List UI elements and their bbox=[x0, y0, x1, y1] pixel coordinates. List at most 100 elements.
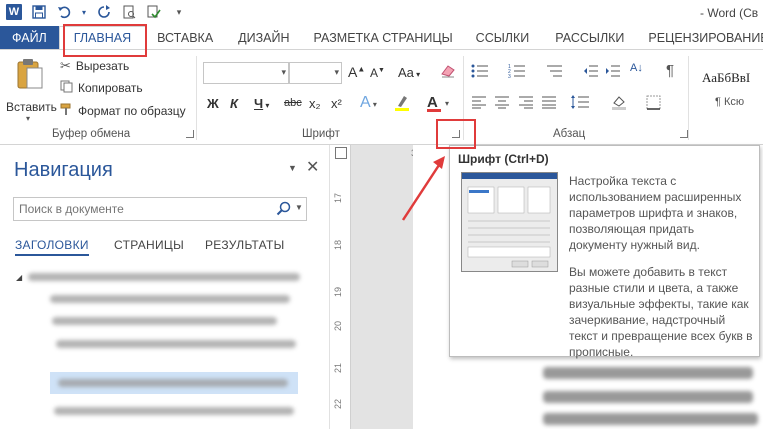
increase-indent-icon[interactable] bbox=[605, 64, 621, 81]
nav-tab-headings[interactable]: ЗАГОЛОВКИ bbox=[15, 238, 89, 256]
cut-button[interactable]: ✂ Вырезать bbox=[60, 57, 129, 75]
paste-label: Вставить bbox=[6, 100, 57, 114]
font-name-combo[interactable]: ▾ bbox=[203, 62, 289, 84]
font-color-dropdown-icon[interactable]: ▾ bbox=[445, 99, 449, 108]
ruler-mark: 21 bbox=[333, 362, 344, 374]
tab-insert[interactable]: ВСТАВКА bbox=[146, 26, 224, 49]
tab-file[interactable]: ФАЙЛ bbox=[0, 26, 59, 49]
redo-icon[interactable] bbox=[96, 4, 112, 20]
change-case-button[interactable]: Aa ▾ bbox=[398, 65, 420, 80]
nav-tab-pages[interactable]: СТРАНИЦЫ bbox=[114, 238, 184, 252]
highlight-box-font-launcher bbox=[436, 119, 476, 149]
close-icon[interactable]: ✕ bbox=[306, 157, 319, 177]
line-spacing-icon[interactable] bbox=[570, 94, 590, 113]
borders-icon[interactable] bbox=[646, 95, 661, 113]
nav-tab-results[interactable]: РЕЗУЛЬТАТЫ bbox=[205, 238, 285, 252]
document-text bbox=[543, 413, 758, 425]
tab-review[interactable]: РЕЦЕНЗИРОВАНИЕ bbox=[637, 26, 763, 49]
tooltip-description: Настройка текста с использованием расшир… bbox=[569, 174, 742, 252]
svg-text:3: 3 bbox=[508, 74, 511, 78]
chevron-down-icon: ▾ bbox=[334, 67, 339, 77]
bullets-icon[interactable] bbox=[471, 64, 489, 81]
tab-references[interactable]: ССЫЛКИ bbox=[463, 26, 543, 49]
undo-icon[interactable] bbox=[56, 4, 72, 20]
show-marks-button[interactable]: ¶ bbox=[666, 62, 674, 79]
paste-button[interactable]: Вставить ▾ bbox=[6, 56, 57, 123]
tab-page-layout[interactable]: РАЗМЕТКА СТРАНИЦЫ bbox=[304, 26, 463, 49]
shrink-font-button[interactable]: A▼ bbox=[370, 66, 385, 80]
nav-options-icon[interactable]: ▼ bbox=[288, 163, 297, 173]
clear-formatting-icon[interactable] bbox=[440, 64, 456, 81]
style-normal[interactable]: АаБбВвІ ¶ Ксю bbox=[695, 58, 763, 116]
italic-button[interactable]: К bbox=[230, 96, 238, 111]
chevron-down-icon[interactable]: ▼ bbox=[295, 203, 303, 212]
save-icon[interactable] bbox=[31, 4, 47, 20]
font-dialog-preview-image bbox=[461, 172, 558, 272]
print-preview-icon[interactable] bbox=[121, 4, 137, 20]
style-sample: АаБбВвІ bbox=[702, 70, 751, 85]
decrease-indent-icon[interactable] bbox=[583, 64, 599, 81]
superscript-button[interactable]: x² bbox=[331, 96, 342, 111]
paragraph-launcher-icon[interactable] bbox=[680, 130, 688, 138]
shading-icon[interactable] bbox=[610, 94, 628, 113]
vertical-ruler: 17 18 19 20 21 22 bbox=[331, 145, 351, 429]
underline-button[interactable]: Ч ▾ bbox=[254, 96, 269, 111]
sort-icon[interactable]: A↓ bbox=[630, 62, 643, 74]
ruler-mark: 22 bbox=[333, 398, 344, 410]
heading-item[interactable] bbox=[28, 273, 300, 281]
heading-item[interactable] bbox=[52, 317, 277, 325]
strikethrough-button[interactable]: abc bbox=[284, 97, 302, 109]
search-box[interactable]: ▼ bbox=[13, 197, 307, 221]
grow-font-button[interactable]: A▲ bbox=[348, 64, 365, 80]
document-text bbox=[543, 391, 753, 403]
font-group-label: Шрифт bbox=[302, 128, 340, 140]
heading-item[interactable] bbox=[58, 379, 288, 387]
tooltip-title: Шрифт (Ctrl+D) bbox=[458, 152, 549, 166]
format-painter-button[interactable]: Формат по образцу bbox=[60, 102, 186, 120]
text-effects-button[interactable]: A ▾ bbox=[360, 94, 377, 112]
font-size-combo[interactable]: ▾ bbox=[289, 62, 342, 84]
undo-dropdown-icon[interactable]: ▾ bbox=[81, 4, 87, 20]
ruler-mark: 17 bbox=[333, 192, 344, 204]
format-painter-icon bbox=[60, 103, 73, 119]
subscript-button[interactable]: x₂ bbox=[309, 96, 321, 111]
font-color-button[interactable]: A bbox=[427, 94, 441, 112]
search-input[interactable] bbox=[14, 198, 269, 220]
chevron-down-icon: ▾ bbox=[281, 67, 286, 77]
heading-item[interactable] bbox=[56, 340, 296, 348]
highlight-color-button[interactable] bbox=[393, 94, 413, 115]
clipboard-group-label: Буфер обмена bbox=[52, 128, 131, 140]
customize-qat-icon[interactable]: ▾ bbox=[171, 4, 187, 20]
heading-item[interactable] bbox=[54, 407, 294, 415]
copy-button[interactable]: Копировать bbox=[60, 79, 143, 97]
heading-item[interactable] bbox=[50, 295, 290, 303]
window-title: - Word (Св bbox=[700, 6, 759, 20]
tab-design[interactable]: ДИЗАЙН bbox=[224, 26, 303, 49]
align-center-icon[interactable] bbox=[495, 96, 510, 112]
highlight-box-home-tab bbox=[63, 24, 147, 57]
tree-expand-icon[interactable]: ◢ bbox=[16, 273, 22, 282]
paste-dropdown-icon: ▾ bbox=[26, 114, 31, 123]
style-name: ¶ Ксю bbox=[715, 96, 745, 108]
word-app-icon: W bbox=[6, 4, 22, 20]
spelling-check-icon[interactable] bbox=[146, 4, 162, 20]
tab-mailings[interactable]: РАССЫЛКИ bbox=[542, 26, 637, 49]
ruler-mark: 19 bbox=[333, 286, 344, 298]
align-left-icon[interactable] bbox=[472, 96, 487, 112]
search-icon[interactable] bbox=[276, 201, 291, 219]
group-separator bbox=[196, 56, 197, 140]
numbering-icon[interactable]: 123 bbox=[508, 64, 526, 81]
quick-access-toolbar: W ▾ ▾ bbox=[6, 4, 187, 20]
paragraph-group-label: Абзац bbox=[553, 128, 586, 140]
cut-label: Вырезать bbox=[75, 59, 130, 73]
bold-button[interactable]: Ж bbox=[207, 96, 219, 111]
clipboard-launcher-icon[interactable] bbox=[186, 130, 194, 138]
justify-icon[interactable] bbox=[542, 96, 557, 112]
copy-icon bbox=[60, 80, 73, 96]
nav-title: Навигация bbox=[14, 159, 113, 181]
align-right-icon[interactable] bbox=[519, 96, 534, 112]
ruler-mark: 20 bbox=[333, 320, 344, 332]
multilevel-list-icon[interactable] bbox=[545, 64, 563, 81]
tooltip-details: Вы можете добавить в текст разные стили … bbox=[569, 265, 753, 359]
ribbon: Вставить ▾ ✂ Вырезать Копировать Формат … bbox=[0, 49, 763, 145]
